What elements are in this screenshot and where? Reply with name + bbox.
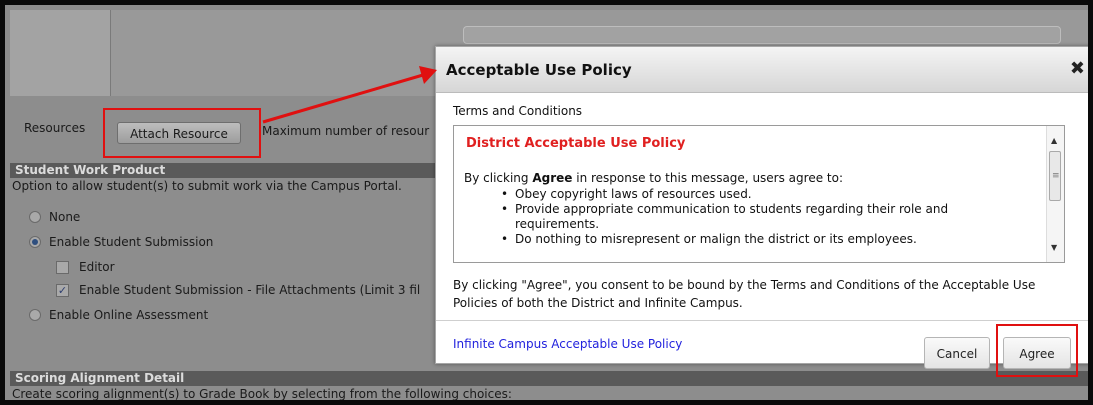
- screenshot-frame: Resources Attach Resource Maximum number…: [0, 0, 1093, 405]
- page-scrollbar[interactable]: [1088, 125, 1093, 157]
- annotation-arrow-icon: [262, 66, 437, 124]
